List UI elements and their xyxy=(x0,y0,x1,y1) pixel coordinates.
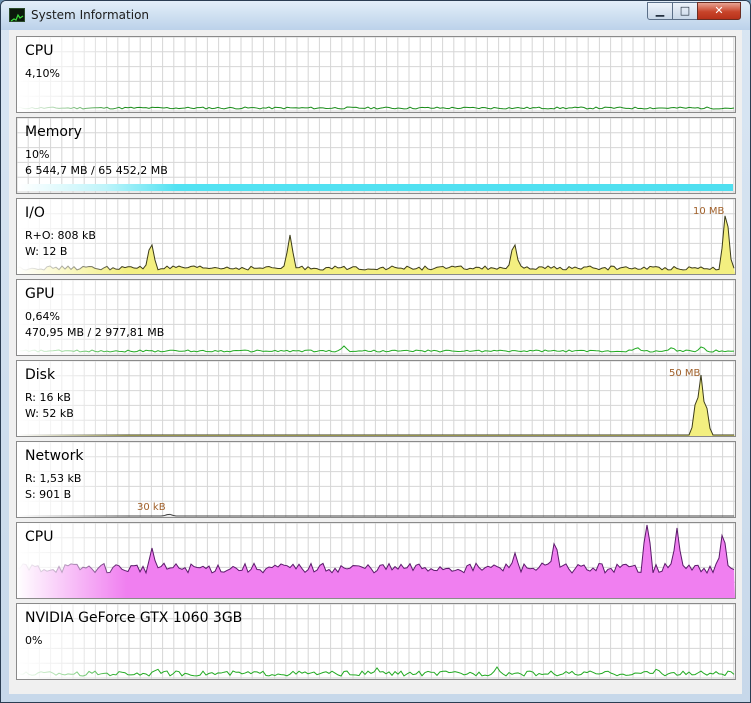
gpu-memory-value: 470,95 MB / 2 977,81 MB xyxy=(25,326,165,339)
panel-title: Network xyxy=(25,448,84,464)
system-information-window: System Information ▁ □ ✕ CPU 4,10% Memor… xyxy=(0,0,751,703)
memory-graph xyxy=(17,118,735,193)
gpu-graph xyxy=(17,280,735,355)
panel-title: GPU xyxy=(25,286,55,302)
gpu-usage-value: 0,64% xyxy=(25,310,60,323)
panel-title: Disk xyxy=(25,367,56,383)
network-peak-label: 30 kB xyxy=(137,502,166,513)
disk-write-value: W: 52 kB xyxy=(25,407,74,420)
memory-usage-bar xyxy=(19,184,733,191)
minimize-button[interactable]: ▁ xyxy=(647,2,673,20)
panel-title: Memory xyxy=(25,124,82,140)
memory-percent-value: 10% xyxy=(25,148,50,161)
network-graph xyxy=(17,442,735,517)
cpu-cores-panel: CPU xyxy=(16,522,736,599)
network-send-value: S: 901 B xyxy=(25,488,72,501)
io-read-other-value: R+O: 808 kB xyxy=(25,229,96,242)
cpu-cores-graph xyxy=(17,523,735,598)
disk-peak-label: 50 MB xyxy=(669,368,701,379)
disk-graph xyxy=(17,361,735,436)
network-panel: Network R: 1,53 kB S: 901 B 30 kB xyxy=(16,441,736,518)
window-title: System Information xyxy=(31,8,150,22)
memory-panel: Memory 10% 6 544,7 MB / 65 452,2 MB xyxy=(16,117,736,194)
minimize-icon: ▁ xyxy=(655,4,665,17)
panel-title: CPU xyxy=(25,529,54,545)
io-peak-label: 10 MB xyxy=(693,206,725,217)
maximize-button[interactable]: □ xyxy=(672,2,698,20)
panel-title: NVIDIA GeForce GTX 1060 3GB xyxy=(25,610,243,626)
panels-area: CPU 4,10% Memory 10% 6 544,7 MB / 65 452… xyxy=(9,30,742,694)
disk-panel: Disk R: 16 kB W: 52 kB 50 MB xyxy=(16,360,736,437)
cpu-graph xyxy=(17,37,735,112)
memory-amount-value: 6 544,7 MB / 65 452,2 MB xyxy=(25,164,168,177)
maximize-icon: □ xyxy=(679,4,691,17)
chart-app-icon xyxy=(9,8,25,22)
network-receive-value: R: 1,53 kB xyxy=(25,472,82,485)
panel-title: CPU xyxy=(25,43,54,59)
io-write-value: W: 12 B xyxy=(25,245,68,258)
cpu-panel: CPU 4,10% xyxy=(16,36,736,113)
close-button[interactable]: ✕ xyxy=(697,2,741,20)
panel-title: I/O xyxy=(25,205,45,221)
io-graph xyxy=(17,199,735,274)
gpu-device-usage-value: 0% xyxy=(25,634,43,647)
gpu-panel: GPU 0,64% 470,95 MB / 2 977,81 MB xyxy=(16,279,736,356)
title-bar[interactable]: System Information ▁ □ ✕ xyxy=(1,1,750,30)
gpu-device-panel: NVIDIA GeForce GTX 1060 3GB 0% xyxy=(16,603,736,680)
cpu-usage-value: 4,10% xyxy=(25,67,60,80)
io-panel: I/O R+O: 808 kB W: 12 B 10 MB xyxy=(16,198,736,275)
disk-read-value: R: 16 kB xyxy=(25,391,71,404)
close-icon: ✕ xyxy=(714,4,724,17)
